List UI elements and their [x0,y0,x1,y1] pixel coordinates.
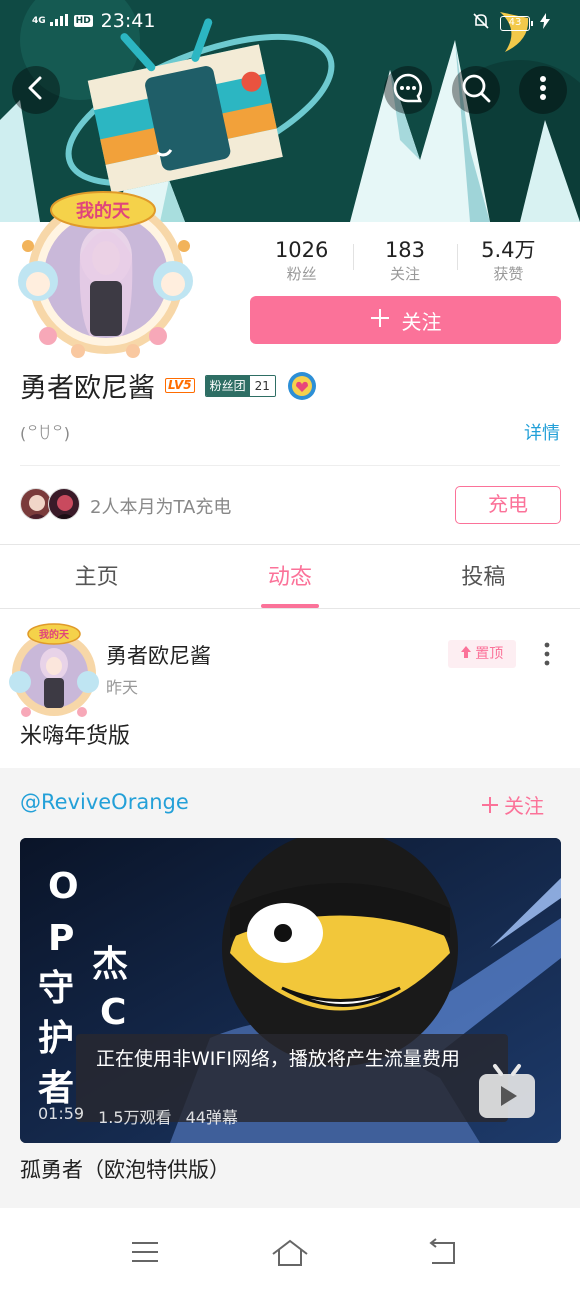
search-button[interactable] [452,66,500,114]
stat-fans-value: 1026 [274,238,329,262]
search-icon [461,73,491,107]
back-button[interactable] [12,66,60,114]
user-name: 勇者欧尼酱 [20,373,155,404]
svg-text:P: P [48,918,74,959]
tab-home[interactable]: 主页 [0,546,193,608]
menu-icon [125,1242,165,1272]
stat-likes-value: 5.4万 [481,238,536,262]
network-indicator: 4G [32,15,46,26]
pinned-badge: 置顶 [448,640,516,668]
repost-follow-button[interactable]: 关注 [481,790,544,819]
stat-fans[interactable]: 1026 粉丝 [250,236,353,286]
signal-icon [49,11,68,31]
charge-text: 2人本月为TA充电 [90,497,232,518]
charge-row: 2人本月为TA充电 充电 [20,486,561,526]
follow-button[interactable]: 关注 [250,296,561,344]
fan-club-level: 21 [249,375,275,396]
mute-icon [472,12,490,35]
back-nav-button[interactable] [422,1238,462,1268]
charge-button[interactable]: 充电 [455,486,561,524]
status-bar: 4G HD 23:41 43 [0,0,580,44]
post-more-button[interactable] [538,642,556,666]
hd-badge: HD [73,15,93,27]
system-nav-bar [0,1208,580,1293]
more-vertical-icon [539,75,547,105]
message-icon [392,72,424,108]
level-badge: LV5 [165,378,195,393]
more-vertical-icon [538,642,556,670]
repost-user-link[interactable]: @ReviveOrange [20,790,189,814]
stat-likes[interactable]: 5.4万 获赞 [456,236,560,286]
charging-icon [540,13,550,34]
repost-follow-label: 关注 [504,794,544,818]
stat-fans-label: 粉丝 [286,265,317,283]
plus-icon [370,304,390,334]
profile-stats: 1026 粉丝 183 关注 5.4万 获赞 [250,236,560,286]
stat-following-value: 183 [384,238,426,262]
video-views: 1.5万观看 [98,1108,172,1127]
post-author-avatar[interactable]: 我的天 [6,620,102,720]
video-danmaku: 44弹幕 [185,1108,238,1127]
message-button[interactable] [384,66,432,114]
post-card: 我的天 勇者欧尼酱 昨天 置顶 米嗨年货版 [0,610,580,770]
svg-text:C: C [100,992,126,1033]
medal-icon[interactable] [286,370,318,402]
overlay-text-left: O [48,866,79,907]
chevron-left-icon [25,75,47,105]
play-tv-icon[interactable] [475,1060,539,1124]
divider [0,544,580,545]
stat-following-label: 关注 [389,265,420,283]
more-button[interactable] [519,66,567,114]
svg-text:者: 者 [38,1068,74,1109]
status-time: 23:41 [100,10,156,32]
profile-tabs: 主页 动态 投稿 [0,546,580,609]
stat-likes-label: 获赞 [493,265,524,283]
video-duration: 01:59 [38,1104,85,1123]
tab-uploads[interactable]: 投稿 [387,546,580,608]
svg-text:我的天: 我的天 [76,200,131,222]
follow-button-label: 关注 [401,309,442,334]
network-warning-text: 正在使用非WIFI网络，播放将产生流量费用 [96,1048,460,1070]
repost-video-title[interactable]: 孤勇者（欧泡特供版） [20,1154,230,1184]
pinned-label: 置顶 [475,646,504,662]
tab-dynamics[interactable]: 动态 [193,546,386,608]
back-icon [422,1238,462,1272]
svg-text:守: 守 [38,968,74,1009]
arrow-up-icon [460,646,475,662]
user-avatar[interactable]: 我的天 [8,186,203,364]
plus-icon [481,794,504,818]
post-time: 昨天 [106,678,139,697]
fan-club-label: 粉丝团 [205,375,250,396]
detail-link[interactable]: 详情 [524,420,560,448]
post-author-name[interactable]: 勇者欧尼酱 [106,640,211,670]
overlay-text-right: 杰 [92,944,128,985]
repost-card[interactable]: @ReviveOrange 关注 O P 守 护 者 杰 C 正在使用非WIFI… [0,768,580,1208]
battery-indicator: 43 [500,16,533,31]
post-text: 米嗨年货版 [20,724,131,749]
menu-button[interactable] [125,1238,165,1268]
signature-row: (꒪ꇴ꒪) 详情 [20,420,560,450]
fan-club-badge[interactable]: 粉丝团 21 [204,374,276,397]
svg-text:我的天: 我的天 [39,628,70,641]
home-icon [270,1239,310,1272]
charger-avatar[interactable] [48,488,80,520]
video-player[interactable]: O P 守 护 者 杰 C 正在使用非WIFI网络，播放将产生流量费用 01:5… [20,838,561,1143]
name-row: 勇者欧尼酱 LV5 粉丝团 21 [20,366,318,405]
user-signature: (꒪ꇴ꒪) [20,424,70,443]
svg-text:护: 护 [38,1018,74,1059]
divider [20,465,560,466]
video-stats: 01:59 1.5万观看 44弹幕 [38,1104,238,1128]
home-button[interactable] [270,1238,310,1268]
stat-following[interactable]: 183 关注 [353,236,456,286]
